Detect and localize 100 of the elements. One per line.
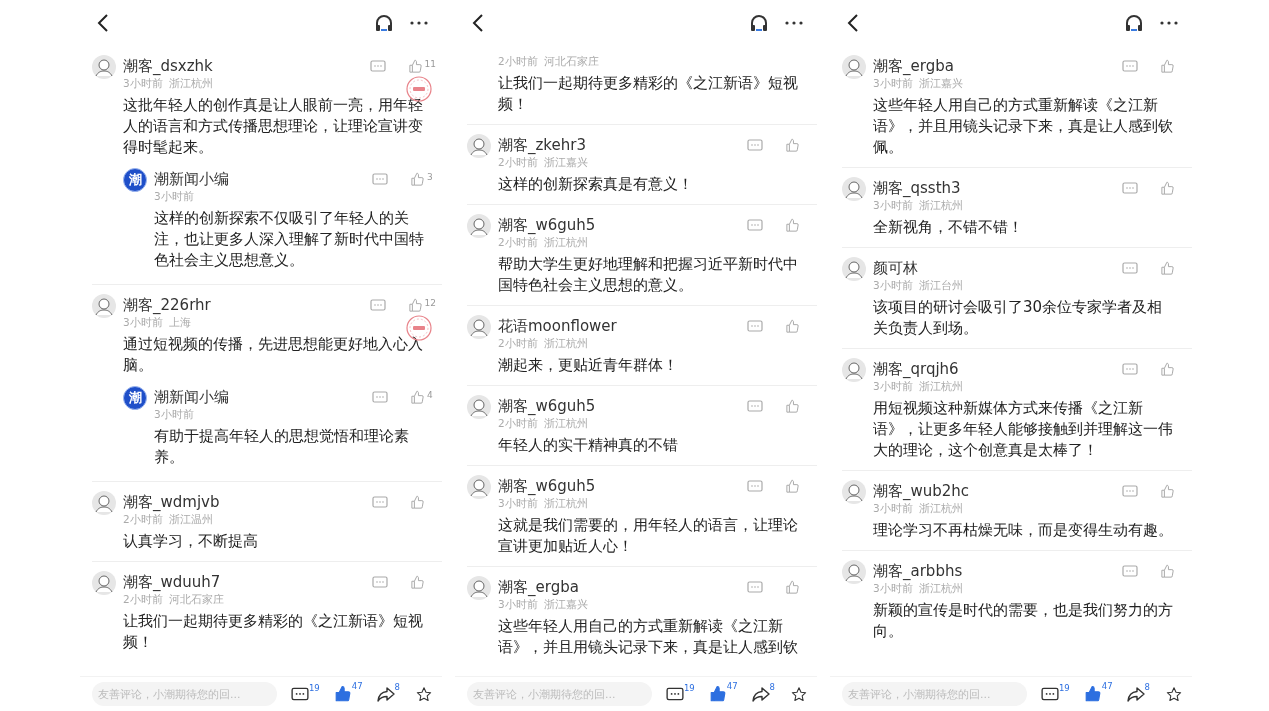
avatar-icon [92, 491, 116, 515]
reply-icon[interactable] [372, 390, 388, 404]
reply-icon[interactable] [1122, 362, 1138, 376]
comment-time: 3小时前 [873, 502, 913, 516]
comment-time: 2小时前 [498, 417, 538, 431]
comment-location: 浙江杭州 [543, 236, 588, 250]
back-icon[interactable] [846, 14, 860, 32]
comment-text: 新颖的宣传是时代的需要，也是我们努力的方向。 [873, 600, 1174, 642]
reply-icon[interactable] [1122, 261, 1138, 275]
star-icon[interactable] [1166, 685, 1182, 703]
more-icon[interactable] [785, 21, 803, 25]
comment-location: 浙江嘉兴 [918, 77, 963, 91]
comment-time: 2小时前 [498, 55, 538, 69]
thumbs-up-icon [333, 685, 352, 703]
user-name[interactable]: 颜可林 [873, 258, 1122, 278]
back-icon[interactable] [471, 14, 485, 32]
user-name[interactable]: 花语moonflower [498, 316, 747, 336]
comment-time: 3小时前 [873, 380, 913, 394]
headphone-icon[interactable] [374, 14, 394, 32]
user-name[interactable]: 潮客_qssth3 [873, 178, 1122, 198]
user-name[interactable]: 潮新闻小编 [154, 387, 372, 407]
avatar-icon [842, 55, 866, 79]
comment-location: 上海 [168, 316, 191, 330]
reply-icon[interactable] [1122, 181, 1138, 195]
comments-button[interactable]: 19 [665, 686, 695, 702]
comment-time: 2小时前 [498, 236, 538, 250]
reply-icon[interactable] [372, 172, 388, 186]
reply-icon[interactable] [747, 319, 763, 333]
reply-icon[interactable] [747, 479, 763, 493]
comment-text: 让我们一起期待更多精彩的《之江新语》短视频！ [123, 611, 424, 653]
comment-location: 浙江杭州 [918, 502, 963, 516]
user-name[interactable]: 潮客_ergba [873, 56, 1122, 76]
thumbs-up-icon [407, 58, 423, 74]
reply-icon[interactable] [1122, 564, 1138, 578]
user-name[interactable]: 潮客_wduuh7 [123, 572, 372, 592]
user-name[interactable]: 潮客_226rhr [123, 295, 370, 315]
thumbs-up-icon [410, 171, 425, 187]
comment-time: 3小时前 [873, 77, 913, 91]
reply-icon[interactable] [372, 495, 388, 509]
headphone-icon[interactable] [749, 14, 769, 32]
comment-time: 3小时前 [873, 279, 913, 293]
user-name[interactable]: 潮客_arbbhs [873, 561, 1122, 581]
reply-icon [665, 686, 684, 702]
comments-button[interactable]: 19 [290, 686, 320, 702]
comment-time: 3小时前 [123, 77, 163, 91]
comment-text: 帮助大学生更好地理解和把握习近平新时代中国特色社会主义思想的意义。 [498, 254, 799, 296]
comment-text: 这批年轻人的创作真是让人眼前一亮，用年轻人的语言和方式传播思想理论，让理论宣讲变得时髦起来。 [123, 95, 424, 158]
thumbs-up-icon [785, 579, 800, 595]
comment-location: 浙江杭州 [543, 497, 588, 511]
user-name[interactable]: 潮客_wub2hc [873, 481, 1122, 501]
thumbs-up-icon [410, 494, 425, 510]
user-name[interactable]: 潮客_qrqjh6 [873, 359, 1122, 379]
reply-icon[interactable] [372, 575, 388, 589]
user-name[interactable]: 潮客_w6guh5 [498, 215, 747, 235]
user-name[interactable]: 潮客_wdmjvb [123, 492, 372, 512]
comment-time: 3小时前 [154, 190, 194, 204]
avatar-icon [467, 475, 491, 499]
back-icon[interactable] [96, 14, 110, 32]
comment-text: 有助于提高年轻人的思想觉悟和理论素养。 [154, 426, 410, 468]
comment-time: 3小时前 [498, 497, 538, 511]
user-name[interactable]: 潮客_dsxzhk [123, 56, 370, 76]
user-name[interactable]: 潮客_w6guh5 [498, 396, 747, 416]
reply-icon[interactable] [747, 138, 763, 152]
comment-text: 这些年轻人用自己的方式重新解读《之江新语》，并且用镜头记录下来，真是让人感到钦佩。 [873, 95, 1174, 158]
reply-icon[interactable] [747, 580, 763, 594]
share-icon [376, 686, 395, 702]
comment-location: 浙江杭州 [918, 380, 963, 394]
thumbs-up-icon [410, 574, 425, 590]
comment-text: 全新视角，不错不错！ [873, 217, 1024, 238]
reply-icon [290, 686, 309, 702]
user-name[interactable]: 潮客_w6guh5 [498, 476, 747, 496]
thumbs-up-icon [1160, 260, 1175, 276]
more-icon[interactable] [410, 21, 428, 25]
avatar-icon [467, 214, 491, 238]
comment-text: 用短视频这种新媒体方式来传播《之江新语》，让更多年轻人能够接触到并理解这一伟大的理论，这个创意真是太棒了！ [873, 398, 1174, 461]
reply-icon[interactable] [1122, 59, 1138, 73]
comment-location: 浙江杭州 [168, 77, 213, 91]
thumbs-up-icon [1160, 483, 1175, 499]
reply-icon[interactable] [369, 298, 386, 312]
thumbs-up-icon [785, 318, 800, 334]
user-name[interactable]: 潮新闻小编 [154, 169, 372, 189]
reply-icon[interactable] [747, 218, 763, 232]
star-icon[interactable] [416, 685, 432, 703]
comments-button[interactable]: 19 [1040, 686, 1070, 702]
comment-location: 浙江温州 [168, 513, 213, 527]
headphone-icon[interactable] [1124, 14, 1144, 32]
avatar-icon [842, 480, 866, 504]
comment-text: 年轻人的实干精神真的不错 [498, 435, 679, 456]
reply-icon[interactable] [369, 59, 386, 73]
reply-icon[interactable] [1122, 484, 1138, 498]
star-icon[interactable] [791, 685, 807, 703]
more-icon[interactable] [1160, 21, 1178, 25]
user-name[interactable]: 潮客_zkehr3 [498, 135, 747, 155]
avatar-icon [842, 257, 866, 281]
comment-text: 认真学习，不断提高 [123, 531, 259, 552]
reply-icon[interactable] [747, 399, 763, 413]
comment-text: 潮起来，更贴近青年群体！ [498, 355, 679, 376]
user-name[interactable]: 潮客_ergba [498, 577, 747, 597]
reply-icon [1040, 686, 1059, 702]
avatar-icon [467, 315, 491, 339]
